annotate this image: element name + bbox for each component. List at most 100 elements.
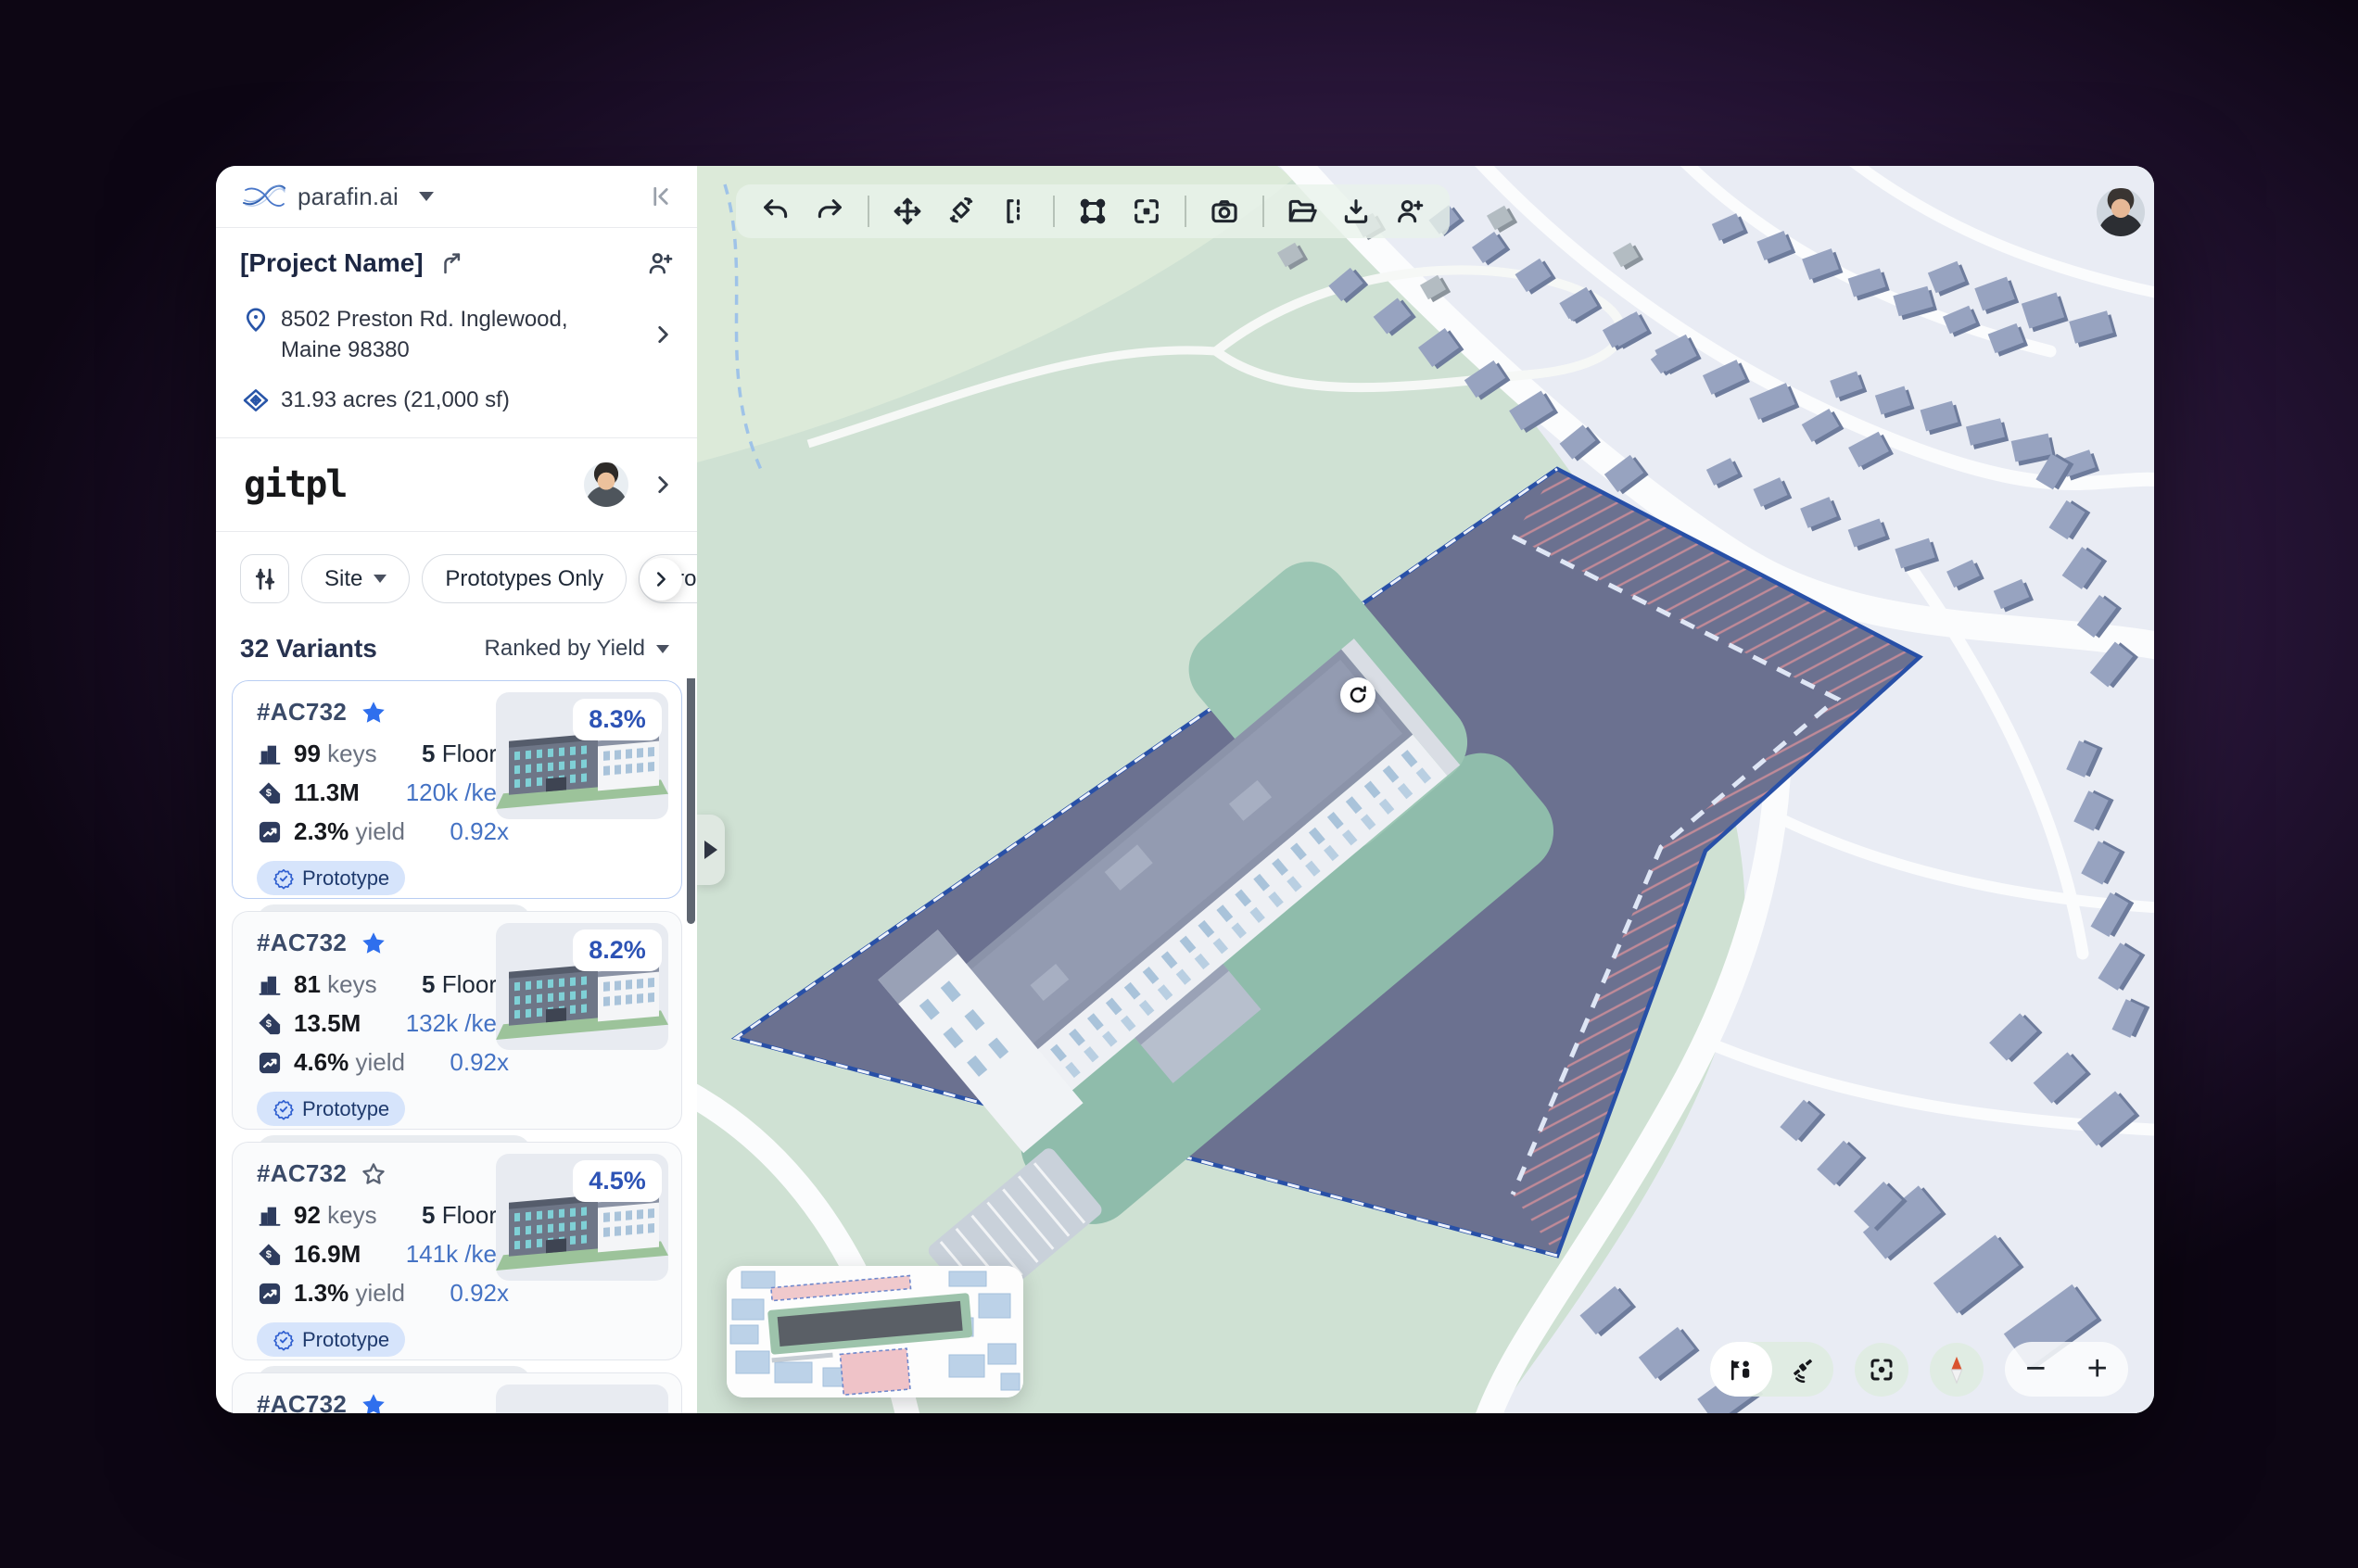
brand[interactable]: parafin.ai	[240, 179, 434, 214]
location-pin-icon	[240, 304, 272, 334]
star-filled-icon[interactable]	[360, 1391, 387, 1413]
per-key-stat: 141k /key	[406, 1240, 509, 1269]
building-icon	[257, 741, 283, 767]
variant-stats: 92 keys 5 Floors $ 16.9M 141k /key 1.3% …	[257, 1201, 509, 1308]
mirror-icon[interactable]	[999, 196, 1031, 227]
variant-list[interactable]: #AC732 99 keys 5 Floors $ 11.3M 120k /ke…	[216, 678, 697, 1413]
map-toolbar	[736, 184, 1450, 238]
toolbar-separator	[1262, 196, 1264, 227]
brand-name: parafin.ai	[298, 183, 399, 211]
branch-icon[interactable]	[438, 249, 466, 277]
project-section: [Project Name] 8502 Preston Rd. Inglewoo…	[216, 228, 697, 438]
keys-stat: 92 keys	[294, 1201, 406, 1230]
rotate-icon[interactable]	[945, 196, 977, 227]
variants-sort[interactable]: Ranked by Yield	[485, 636, 669, 662]
yield-badge: 8.2%	[573, 929, 662, 971]
area-row: 31.93 acres (21,000 sf)	[240, 386, 675, 415]
filters-scroll-right-button[interactable]	[640, 558, 682, 601]
filter-prototypes-only[interactable]: Prototypes Only	[422, 554, 627, 603]
building-icon	[257, 1203, 283, 1229]
download-icon[interactable]	[1340, 196, 1372, 227]
compass[interactable]	[1930, 1343, 1984, 1397]
variant-card[interactable]: #AC732 81 keys 5 Floors $ 13.5M 132k /ke…	[232, 911, 682, 1130]
yield-stat: 2.3% yield	[294, 817, 406, 846]
add-collaborator-icon[interactable]	[645, 248, 675, 278]
variant-thumbnail	[496, 1385, 668, 1413]
svg-text:$: $	[266, 1018, 272, 1030]
yield-badge: 8.3%	[573, 699, 662, 740]
variant-id: #AC732	[257, 698, 347, 727]
map-canvas[interactable]: − +	[697, 166, 2154, 1413]
filter-site[interactable]: Site	[301, 554, 410, 603]
sidebar-expand-handle[interactable]	[697, 815, 725, 885]
chevron-right-icon	[704, 841, 717, 859]
project-name[interactable]: [Project Name]	[240, 248, 424, 278]
variant-card[interactable]: #AC732 99 keys 5 Floors $ 11.3M 120k /ke…	[232, 680, 682, 899]
focus-region-icon[interactable]	[1131, 196, 1162, 227]
recenter-icon	[1868, 1356, 1895, 1384]
move-icon[interactable]	[892, 196, 923, 227]
badge-check-icon	[273, 1098, 295, 1120]
recenter-button[interactable]	[1855, 1343, 1908, 1397]
collapse-sidebar-icon[interactable]	[647, 183, 675, 210]
yield-stat: 1.3% yield	[294, 1279, 406, 1308]
variant-building-render	[496, 1385, 668, 1413]
multiple-stat: 0.92x	[406, 817, 509, 846]
star-outline-icon[interactable]	[360, 1160, 387, 1188]
undo-icon[interactable]	[760, 196, 792, 227]
app-window: − + parafin.ai	[216, 166, 2154, 1413]
map-view-button[interactable]	[1710, 1342, 1772, 1397]
variant-id: #AC732	[257, 1390, 347, 1413]
user-avatar[interactable]	[2097, 188, 2145, 236]
star-filled-icon[interactable]	[360, 929, 387, 957]
multiple-stat: 0.92x	[406, 1279, 509, 1308]
yield-stat: 4.6% yield	[294, 1048, 406, 1077]
variant-thumbnail: 8.3%	[496, 692, 668, 819]
chevron-right-icon[interactable]	[651, 473, 675, 497]
brand-caret-icon[interactable]	[419, 192, 434, 201]
filter-settings-button[interactable]	[240, 554, 289, 603]
partner-row[interactable]: gitpl	[216, 438, 697, 532]
tag-label: Prototype	[302, 1328, 389, 1352]
per-key-stat: 132k /key	[406, 1009, 509, 1038]
star-filled-icon[interactable]	[360, 699, 387, 727]
redo-icon[interactable]	[814, 196, 845, 227]
prototype-tag: Prototype	[257, 1092, 405, 1126]
open-folder-icon[interactable]	[1287, 196, 1318, 227]
toolbar-separator	[868, 196, 869, 227]
zoom-in-button[interactable]: +	[2067, 1342, 2129, 1397]
zoom-control: − +	[2005, 1342, 2128, 1397]
variant-card[interactable]: #AC732 92 keys 5 Floors $ 16.9M 141k /ke…	[232, 1142, 682, 1360]
chevron-right-icon[interactable]	[651, 322, 675, 347]
satellite-view-button[interactable]	[1772, 1342, 1834, 1397]
keys-stat: 81 keys	[294, 970, 406, 999]
variant-id: #AC732	[257, 1159, 347, 1188]
address-row[interactable]: 8502 Preston Rd. Inglewood, Maine 98380	[240, 304, 675, 365]
map-view-icon	[1727, 1356, 1755, 1384]
filters-row: Site Prototypes Only Progra	[216, 532, 697, 626]
toolbar-separator	[1053, 196, 1055, 227]
scrollbar-thumb[interactable]	[687, 678, 695, 924]
price-stat: 16.9M	[294, 1240, 406, 1269]
add-person-icon[interactable]	[1394, 196, 1426, 227]
svg-text:$: $	[266, 788, 272, 799]
satellite-view-icon	[1789, 1356, 1817, 1384]
variant-card[interactable]: #AC732 $	[232, 1372, 682, 1413]
sidebar: parafin.ai [Project Name] 8502 Preston R…	[216, 166, 697, 1413]
chevron-down-icon	[656, 645, 669, 653]
rotate-cw-icon	[1347, 684, 1369, 706]
tag-label: Prototype	[302, 866, 389, 891]
zoom-out-button[interactable]: −	[2005, 1342, 2067, 1397]
yield-badge: 4.5%	[573, 1160, 662, 1202]
site-area-icon	[240, 386, 272, 415]
variant-thumbnail: 8.2%	[496, 923, 668, 1050]
boundary-icon[interactable]	[1077, 196, 1109, 227]
filter-site-label: Site	[324, 566, 362, 592]
minimap[interactable]	[727, 1266, 1023, 1397]
sidebar-header: parafin.ai	[216, 166, 697, 228]
floors-stat: 5 Floors	[406, 1201, 509, 1230]
prototype-tag: Prototype	[257, 1322, 405, 1357]
camera-icon[interactable]	[1209, 196, 1240, 227]
building-rotate-handle[interactable]	[1340, 677, 1376, 713]
partner-avatar	[584, 462, 628, 507]
